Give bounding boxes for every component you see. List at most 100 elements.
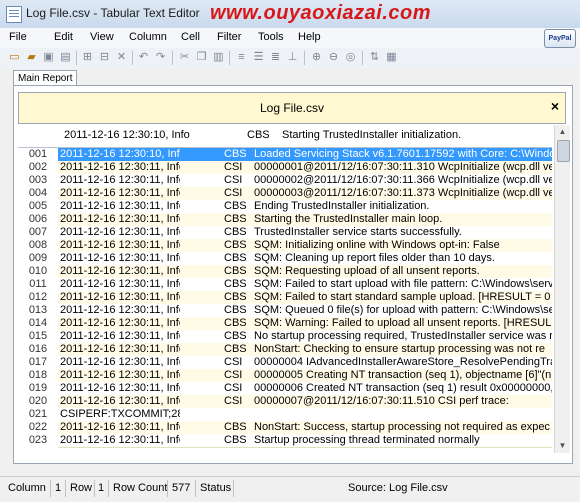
menu-help[interactable]: Help: [298, 31, 321, 43]
cell-message[interactable]: 00000007@2011/12/16:07:30:11.510 CSI per…: [254, 395, 552, 408]
menu-filter[interactable]: Filter: [217, 31, 241, 43]
table-row[interactable]: 004 2011-12-16 12:30:11, Info CSI 00000003@…: [18, 187, 552, 201]
cell-source[interactable]: CBS: [224, 213, 258, 226]
column-header-2[interactable]: CBS: [247, 129, 281, 141]
redo-icon[interactable]: ↷: [154, 51, 167, 64]
cell-source[interactable]: CBS: [224, 148, 258, 161]
cell-datetime[interactable]: 2011-12-16 12:30:11, Info: [60, 278, 180, 291]
cut-icon[interactable]: ✂: [178, 51, 191, 64]
delete-icon[interactable]: ✕: [115, 51, 128, 64]
cell-source[interactable]: CBS: [224, 226, 258, 239]
cell-source[interactable]: CSI: [224, 369, 258, 382]
zoom-in-icon[interactable]: ⊕: [310, 51, 323, 64]
cell-message[interactable]: SQM: Failed to start standard sample upl…: [254, 291, 552, 304]
cell-source[interactable]: CSI: [224, 395, 258, 408]
cell-datetime[interactable]: 2011-12-16 12:30:11, Info: [60, 317, 180, 330]
scroll-down-icon[interactable]: ▼: [555, 439, 570, 453]
column-header-3[interactable]: Starting TrustedInstaller initialization…: [282, 129, 552, 141]
find-icon[interactable]: ◎: [344, 51, 357, 64]
cell-message[interactable]: 00000006 Created NT transaction (seq 1) …: [254, 382, 552, 395]
table-row[interactable]: 006 2011-12-16 12:30:11, Info CBS Starting …: [18, 213, 552, 227]
table-row[interactable]: 011 2011-12-16 12:30:11, Info CBS SQM: Fail…: [18, 278, 552, 292]
cell-message[interactable]: SQM: Initializing online with Windows op…: [254, 239, 552, 252]
column-header-1[interactable]: 2011-12-16 12:30:10, Info: [64, 129, 194, 141]
table-row[interactable]: 008 2011-12-16 12:30:11, Info CBS SQM: Init…: [18, 239, 552, 253]
paypal-button[interactable]: PayPal: [544, 29, 576, 48]
cell-datetime[interactable]: 2011-12-16 12:30:11, Info: [60, 382, 180, 395]
table-row[interactable]: 022 2011-12-16 12:30:11, Info CBS NonStart:…: [18, 421, 552, 435]
cell-datetime[interactable]: 2011-12-16 12:30:11, Info: [60, 304, 180, 317]
menu-cell[interactable]: Cell: [181, 31, 200, 43]
cell-datetime[interactable]: 2011-12-16 12:30:11, Info: [60, 434, 180, 447]
zoom-out-icon[interactable]: ⊖: [327, 51, 340, 64]
cell-source[interactable]: CSI: [224, 174, 258, 187]
menu-view[interactable]: View: [90, 31, 114, 43]
cell-datetime[interactable]: 2011-12-16 12:30:11, Info: [60, 174, 180, 187]
cell-source[interactable]: CSI: [224, 382, 258, 395]
new-icon[interactable]: ▭: [8, 51, 21, 64]
cell-source[interactable]: CBS: [224, 343, 258, 356]
scroll-thumb[interactable]: [557, 140, 570, 162]
table-row[interactable]: 010 2011-12-16 12:30:11, Info CBS SQM: Requ…: [18, 265, 552, 279]
menu-tools[interactable]: Tools: [258, 31, 284, 43]
cell-message[interactable]: Starting the TrustedInstaller main loop.: [254, 213, 552, 226]
cell-source[interactable]: CSI: [224, 161, 258, 174]
cell-message[interactable]: Startup processing thread terminated nor…: [254, 434, 552, 447]
cell-message[interactable]: SQM: Cleaning up report files older than…: [254, 252, 552, 265]
table-row[interactable]: 001 2011-12-16 12:30:10, Info CBS Loaded Se…: [18, 148, 552, 162]
cell-datetime[interactable]: 2011-12-16 12:30:11, Info: [60, 187, 180, 200]
cell-message[interactable]: 00000004 IAdvancedInstallerAwareStore_Re…: [254, 356, 552, 369]
delete-row-icon[interactable]: ⊟: [98, 51, 111, 64]
cell-source[interactable]: CBS: [224, 421, 258, 434]
table-row[interactable]: 012 2011-12-16 12:30:11, Info CBS SQM: Fail…: [18, 291, 552, 305]
cell-message[interactable]: SQM: Requesting upload of all unsent rep…: [254, 265, 552, 278]
cell-message[interactable]: 00000002@2011/12/16:07:30:11.366 WcpInit…: [254, 174, 552, 187]
cell-message[interactable]: No startup processing required, TrustedI…: [254, 330, 552, 343]
cell-message[interactable]: 00000001@2011/12/16:07:30:11.310 WcpInit…: [254, 161, 552, 174]
print-icon[interactable]: ▤: [59, 51, 72, 64]
cell-source[interactable]: CSI: [224, 187, 258, 200]
settings-icon[interactable]: ▦: [385, 51, 398, 64]
menu-column[interactable]: Column: [129, 31, 167, 43]
cell-datetime[interactable]: 2011-12-16 12:30:11, Info: [60, 161, 180, 174]
table-row[interactable]: 007 2011-12-16 12:30:11, Info CBS TrustedIn…: [18, 226, 552, 240]
table-row[interactable]: 015 2011-12-16 12:30:11, Info CBS No startu…: [18, 330, 552, 344]
table-row[interactable]: 018 2011-12-16 12:30:11, Info CSI 00000005 …: [18, 369, 552, 383]
table-row[interactable]: 002 2011-12-16 12:30:11, Info CSI 00000001@…: [18, 161, 552, 175]
table-row[interactable]: 005 2011-12-16 12:30:11, Info CBS Ending Tr…: [18, 200, 552, 214]
cell-datetime[interactable]: 2011-12-16 12:30:11, Info: [60, 343, 180, 356]
cell-source[interactable]: CBS: [224, 330, 258, 343]
cell-source[interactable]: CSI: [224, 356, 258, 369]
cell-source[interactable]: CBS: [224, 317, 258, 330]
open-icon[interactable]: ▰: [25, 51, 38, 64]
tab-main-report[interactable]: Main Report: [13, 70, 78, 86]
undo-icon[interactable]: ↶: [137, 51, 150, 64]
table-row[interactable]: 021CSIPERF:TXCOMMIT;28509: [18, 408, 552, 422]
align-center-icon[interactable]: ☰: [252, 51, 265, 64]
menu-edit[interactable]: Edit: [54, 31, 73, 43]
cell-datetime[interactable]: 2011-12-16 12:30:11, Info: [60, 265, 180, 278]
cell-source[interactable]: CBS: [224, 434, 258, 447]
cell-datetime[interactable]: 2011-12-16 12:30:11, Info: [60, 213, 180, 226]
cell-source[interactable]: CBS: [224, 304, 258, 317]
align-justify-icon[interactable]: ≣: [269, 51, 282, 64]
cell-datetime[interactable]: 2011-12-16 12:30:11, Info: [60, 291, 180, 304]
save-icon[interactable]: ▣: [42, 51, 55, 64]
cell-source[interactable]: CBS: [224, 239, 258, 252]
insert-row-icon[interactable]: ⊞: [81, 51, 94, 64]
table-row[interactable]: 023 2011-12-16 12:30:11, Info CBS Startup p…: [18, 434, 552, 448]
cell-message[interactable]: Loaded Servicing Stack v6.1.7601.17592 w…: [254, 148, 552, 161]
table-row[interactable]: 009 2011-12-16 12:30:11, Info CBS SQM: Clea…: [18, 252, 552, 266]
cell-datetime[interactable]: 2011-12-16 12:30:11, Info: [60, 369, 180, 382]
cell-datetime[interactable]: 2011-12-16 12:30:11, Info: [60, 356, 180, 369]
cell-source[interactable]: CBS: [224, 200, 258, 213]
cell-datetime[interactable]: CSIPERF:TXCOMMIT;28509: [60, 408, 180, 421]
cell-message[interactable]: 00000003@2011/12/16:07:30:11.373 WcpInit…: [254, 187, 552, 200]
cell-message[interactable]: NonStart: Success, startup processing no…: [254, 421, 552, 434]
cell-datetime[interactable]: 2011-12-16 12:30:11, Info: [60, 200, 180, 213]
sort-icon[interactable]: ⇅: [368, 51, 381, 64]
vertical-scrollbar[interactable]: ▲ ▼: [554, 125, 570, 453]
table-row[interactable]: 019 2011-12-16 12:30:11, Info CSI 00000006 …: [18, 382, 552, 396]
cell-message[interactable]: SQM: Queued 0 file(s) for upload with pa…: [254, 304, 552, 317]
table-row[interactable]: 014 2011-12-16 12:30:11, Info CBS SQM: Warn…: [18, 317, 552, 331]
